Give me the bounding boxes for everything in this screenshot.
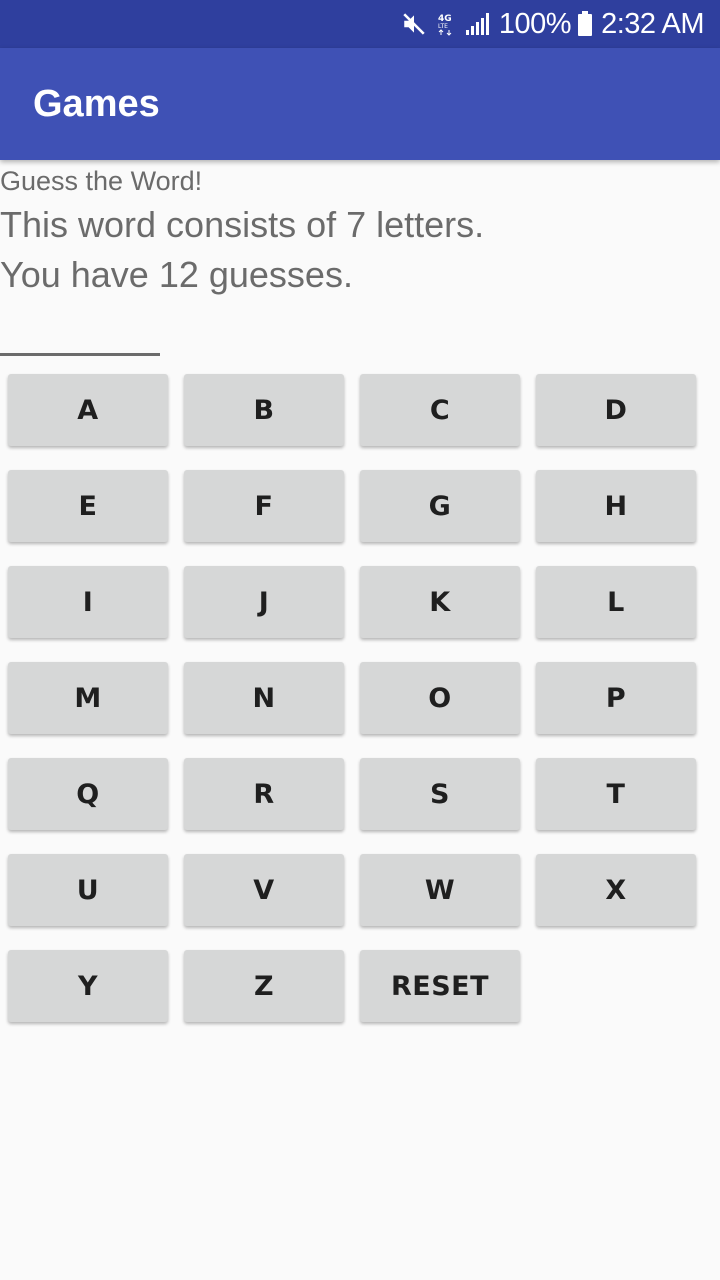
key-w-button[interactable]: W (360, 854, 520, 926)
battery-icon (577, 11, 593, 37)
key-j-button[interactable]: J (184, 566, 344, 638)
key-r-button[interactable]: R (184, 758, 344, 830)
mute-icon (401, 11, 427, 37)
key-c-button[interactable]: C (360, 374, 520, 446)
battery-percent: 100% (498, 7, 572, 40)
key-s-button[interactable]: S (360, 758, 520, 830)
key-v-button[interactable]: V (184, 854, 344, 926)
key-u-button[interactable]: U (8, 854, 168, 926)
signal-icon (465, 12, 491, 36)
clock: 2:32 AM (601, 7, 704, 40)
key-q-button[interactable]: Q (8, 758, 168, 830)
guesses-info: You have 12 guesses. (0, 254, 353, 295)
key-z-button[interactable]: Z (184, 950, 344, 1022)
key-a-button[interactable]: A (8, 374, 168, 446)
key-d-button[interactable]: D (536, 374, 696, 446)
key-t-button[interactable]: T (536, 758, 696, 830)
key-b-button[interactable]: B (184, 374, 344, 446)
key-p-button[interactable]: P (536, 662, 696, 734)
key-l-button[interactable]: L (536, 566, 696, 638)
key-i-button[interactable]: I (8, 566, 168, 638)
app-title: Games (33, 82, 160, 125)
key-n-button[interactable]: N (184, 662, 344, 734)
game-subtitle: Guess the Word! (0, 166, 203, 196)
status-bar: 4G LTE 100% 2:32 AM (0, 0, 720, 48)
key-e-button[interactable]: E (8, 470, 168, 542)
key-f-button[interactable]: F (184, 470, 344, 542)
key-k-button[interactable]: K (360, 566, 520, 638)
key-m-button[interactable]: M (8, 662, 168, 734)
key-y-button[interactable]: Y (8, 950, 168, 1022)
key-o-button[interactable]: O (360, 662, 520, 734)
word-blanks (0, 353, 160, 356)
svg-text:LTE: LTE (438, 23, 448, 30)
key-g-button[interactable]: G (360, 470, 520, 542)
key-x-button[interactable]: X (536, 854, 696, 926)
letters-info: This word consists of 7 letters. (0, 204, 485, 245)
lte-4g-icon: 4G LTE (437, 11, 455, 37)
app-bar: Games (0, 48, 720, 160)
reset-button[interactable]: RESET (360, 950, 520, 1022)
key-h-button[interactable]: H (536, 470, 696, 542)
